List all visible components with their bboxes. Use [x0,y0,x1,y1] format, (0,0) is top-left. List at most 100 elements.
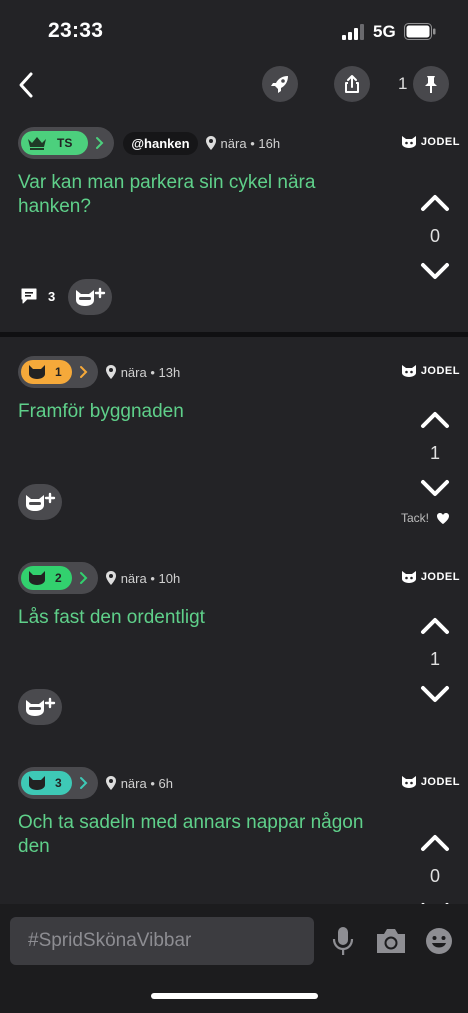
comment-count-group[interactable]: 3 [20,287,55,305]
sticker-icon [426,928,452,954]
downvote-icon[interactable] [415,682,455,706]
brand-label: JODEL [420,776,460,788]
badge-label: 3 [55,776,62,790]
post-age: 13h [158,364,181,380]
location-pin-icon [105,776,116,790]
cat-add-icon [26,492,56,511]
post-age: 10h [158,570,181,586]
upvote-icon[interactable] [415,831,455,855]
camera-button[interactable] [372,922,410,960]
battery-icon [404,23,436,40]
jodel-logo-icon [401,136,416,148]
upvote-icon[interactable] [415,191,455,215]
original-post: TS @hanken nära • 16h JODEL Var kan man … [0,127,468,332]
jodel-logo-icon [401,365,416,377]
sticker-button[interactable] [420,922,458,960]
post-meta: 2 nära • 10h [18,562,180,594]
chevron-right-icon [79,366,88,378]
cat-add-button[interactable] [68,279,112,315]
signal-icon [342,24,364,40]
status-bar: 23:33 5G [0,0,468,60]
badge-label: 1 [55,365,62,379]
vote-count: 1 [429,649,440,669]
mic-button[interactable] [324,922,362,960]
post-divider [0,332,468,337]
jodel-logo-icon [401,776,416,788]
location-pin-icon [105,365,116,379]
post-age: 6h [158,775,173,791]
user-handle[interactable]: @hanken [123,131,198,155]
post-text: Var kan man parkera sin cykel nära hanke… [18,172,316,217]
cat-add-button[interactable] [18,484,62,520]
vote-count: 0 [429,226,440,246]
home-indicator[interactable] [151,993,318,999]
comment-icon [21,288,37,304]
user-badge[interactable]: 3 [18,767,98,799]
post-text: Och ta sadeln med annars nappar någon de… [18,812,364,857]
post-text: Lås fast den ordentligt [18,607,205,628]
vote-control: 0 [415,191,455,283]
jodel-logo: JODEL [401,571,460,583]
user-badge[interactable]: 2 [18,562,98,594]
camera-icon [377,929,405,953]
post-text: Framför byggnaden [18,401,184,422]
chevron-right-icon [79,572,88,584]
pin-count: 1 [398,74,408,93]
comment-count: 3 [48,288,56,304]
location-label: nära [120,364,147,380]
post-location: nära • 6h [105,775,173,791]
badge-label: 2 [55,571,62,585]
brand-label: JODEL [420,571,460,583]
jodel-logo: JODEL [401,136,460,148]
cat-add-icon [76,287,106,306]
network-type: 5G [373,22,396,41]
vote-count: 1 [429,443,440,463]
post-location: nära • 16h [205,135,281,151]
back-icon[interactable] [14,70,40,100]
cat-add-button[interactable] [18,689,62,725]
badge-label: TS [57,136,73,150]
cat-avatar-icon [29,365,45,379]
rocket-icon [271,76,288,93]
thanks-button[interactable]: Tack! [401,511,450,525]
location-pin-icon [105,571,116,585]
thanks-label: Tack! [400,511,429,525]
downvote-icon[interactable] [415,476,455,500]
location-label: nära [120,570,147,586]
reply-post: 3 nära • 6h JODEL Och ta sadeln med anna… [0,767,468,904]
pin-icon [425,76,437,93]
user-badge[interactable]: TS [18,127,115,159]
reply-post: 1 nära • 13h JODEL Framför byggnaden 1 T… [0,356,468,536]
user-badge[interactable]: 1 [18,356,98,388]
jodel-logo-icon [401,571,416,583]
upvote-icon[interactable] [415,614,455,638]
upvote-icon[interactable] [415,408,455,432]
vote-control: 0 [415,831,455,904]
vote-count: 0 [429,866,440,886]
share-icon [345,75,359,93]
boost-button[interactable] [262,66,298,102]
status-time: 23:33 [48,19,104,42]
post-location: nära • 10h [105,570,181,586]
brand-label: JODEL [420,365,460,377]
location-label: nära [120,775,147,791]
mic-icon [332,927,354,955]
crown-icon [28,137,46,150]
pin-button[interactable] [413,66,449,102]
chevron-right-icon [96,137,104,149]
post-location: nära • 13h [105,364,181,380]
reply-input[interactable] [10,917,314,965]
jodel-logo: JODEL [401,365,460,377]
cat-avatar-icon [29,571,45,585]
vote-control: 1 [415,614,455,706]
jodel-logo: JODEL [401,776,460,788]
share-button[interactable] [334,66,370,102]
heart-icon [437,512,449,524]
location-pin-icon [205,136,216,150]
post-meta: 3 nära • 6h [18,767,173,799]
post-meta: TS @hanken nära • 16h [18,127,280,159]
cat-add-icon [26,697,56,716]
downvote-icon[interactable] [415,259,455,283]
post-age: 16h [258,135,281,151]
chevron-right-icon [79,777,88,789]
